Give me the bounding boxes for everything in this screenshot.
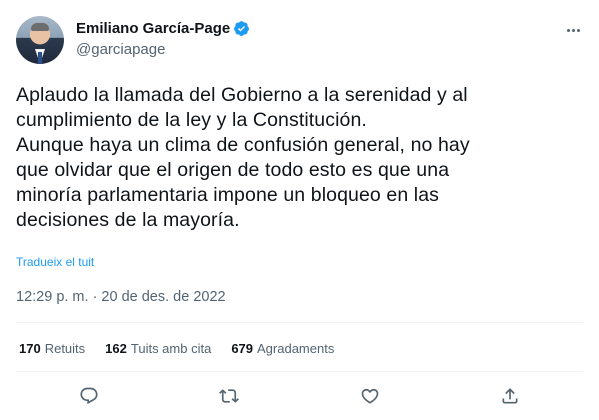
quotes-stat[interactable]: 162 Tuits amb cita bbox=[105, 341, 211, 356]
engagement-stats: 170 Retuits 162 Tuits amb cita 679 Agradame… bbox=[19, 341, 354, 356]
divider bbox=[16, 322, 583, 323]
divider bbox=[16, 371, 583, 372]
tweet-card: Emiliano García-Page @garciapage Aplaudo… bbox=[0, 0, 599, 420]
more-options-icon[interactable] bbox=[563, 20, 583, 40]
likes-stat[interactable]: 679 Agradaments bbox=[231, 341, 334, 356]
author-row: Emiliano García-Page bbox=[76, 20, 250, 37]
tweet-text: Aplaudo la llamada del Gobierno a la ser… bbox=[16, 84, 470, 231]
likes-label: Agradaments bbox=[257, 341, 335, 356]
verified-badge-icon bbox=[233, 20, 250, 37]
tweet-timestamp[interactable]: 12:29 p. m. · 20 de des. de 2022 bbox=[16, 289, 226, 305]
likes-count: 679 bbox=[231, 341, 254, 356]
reply-icon[interactable] bbox=[76, 383, 102, 409]
quotes-label: Tuits amb cita bbox=[130, 341, 212, 356]
share-icon[interactable] bbox=[497, 383, 523, 409]
action-bar bbox=[0, 383, 599, 413]
retweets-label: Retuits bbox=[44, 341, 86, 356]
author-name[interactable]: Emiliano García-Page bbox=[76, 20, 230, 37]
translate-link[interactable]: Tradueix el tuit bbox=[16, 255, 94, 269]
retweets-stat[interactable]: 170 Retuits bbox=[19, 341, 85, 356]
retweets-count: 170 bbox=[19, 341, 41, 356]
author-handle[interactable]: @garciapage bbox=[76, 41, 165, 58]
like-icon[interactable] bbox=[357, 383, 383, 409]
avatar[interactable] bbox=[16, 16, 64, 64]
retweet-icon[interactable] bbox=[216, 383, 242, 409]
quotes-count: 162 bbox=[105, 341, 127, 356]
